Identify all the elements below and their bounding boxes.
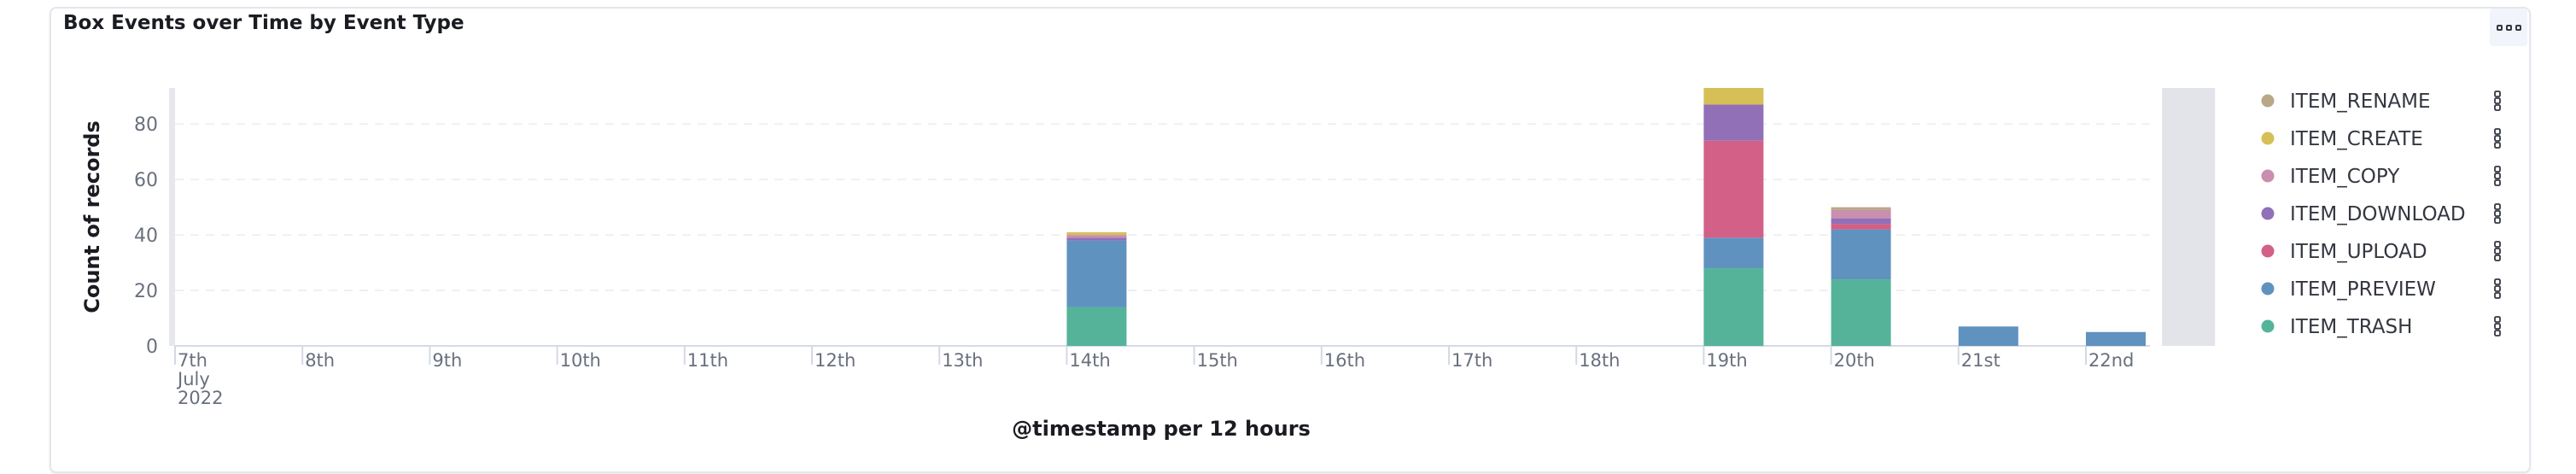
legend-options-icon[interactable] xyxy=(2494,316,2501,323)
y-tick-label: 80 xyxy=(134,114,158,136)
bar-segment[interactable] xyxy=(1066,231,1127,236)
legend-options-icon[interactable] xyxy=(2494,285,2501,292)
bar-segment[interactable] xyxy=(1703,237,1764,269)
stacked-bar-chart: 0 20 40 60 80 Count of records 7th 8th 9th 10th 11… xyxy=(80,88,2501,441)
x-tick-label: 19th xyxy=(1706,350,1747,371)
legend-swatch xyxy=(2261,244,2275,258)
x-tick-label: 21st xyxy=(1961,350,2001,371)
legend-options-icon[interactable] xyxy=(2494,173,2501,179)
x-tick-label: 18th xyxy=(1579,350,1620,371)
y-axis-label: Count of records xyxy=(80,120,104,313)
x-tick-sub-label: 2022 xyxy=(178,388,223,408)
bar-segment[interactable] xyxy=(1831,279,1891,346)
x-tick-label: 15th xyxy=(1197,350,1238,371)
legend-options-icon[interactable] xyxy=(2494,104,2501,111)
y-tick-label: 60 xyxy=(134,170,158,191)
bar-segment[interactable] xyxy=(1066,237,1127,241)
x-tick-label: 9th xyxy=(432,350,462,371)
legend-options-icon[interactable] xyxy=(2494,241,2501,248)
x-tick-sub-label: July xyxy=(176,369,210,389)
x-axis-label: @timestamp per 12 hours xyxy=(1012,417,1311,441)
x-tick-label: 12th xyxy=(815,350,856,371)
bar-segment[interactable] xyxy=(2086,331,2146,346)
legend-item[interactable]: ITEM_CREATE xyxy=(2290,128,2423,150)
legend-options-icon[interactable] xyxy=(2494,330,2501,336)
legend-item[interactable]: ITEM_TRASH xyxy=(2290,316,2412,338)
legend-options-icon[interactable] xyxy=(2494,97,2501,104)
x-tick-label: 8th xyxy=(305,350,335,371)
bar-segment[interactable] xyxy=(1066,307,1127,346)
legend-options-icon[interactable] xyxy=(2494,91,2501,97)
legend-swatch xyxy=(2261,132,2275,145)
bar-segment[interactable] xyxy=(1831,229,1891,280)
legend-options-icon[interactable] xyxy=(2494,135,2501,142)
bar-segment[interactable] xyxy=(1831,207,1891,210)
legend-options-icon[interactable] xyxy=(2494,166,2501,173)
legend-options-icon[interactable] xyxy=(2494,217,2501,224)
bar-segment[interactable] xyxy=(1831,224,1891,230)
current-interval-shade xyxy=(2162,88,2216,346)
legend-options-icon[interactable] xyxy=(2494,203,2501,210)
legend-options-icon[interactable] xyxy=(2494,210,2501,217)
x-tick-label: 16th xyxy=(1324,350,1365,371)
y-axis-strip xyxy=(169,88,175,346)
legend-options-icon[interactable] xyxy=(2494,179,2501,186)
x-tick-label: 20th xyxy=(1834,350,1875,371)
bar-segment[interactable] xyxy=(1703,88,1764,105)
legend-item[interactable]: ITEM_UPLOAD xyxy=(2290,241,2427,263)
y-tick-label: 20 xyxy=(134,281,158,302)
legend-swatch xyxy=(2261,207,2275,220)
legend-swatch xyxy=(2261,319,2275,333)
bar-segment[interactable] xyxy=(1958,326,2018,346)
y-tick-label: 40 xyxy=(134,225,158,247)
bar-segment[interactable] xyxy=(1066,240,1127,307)
legend-options-icon[interactable] xyxy=(2494,255,2501,261)
y-tick-label: 0 xyxy=(146,336,158,358)
legend-options-icon[interactable] xyxy=(2494,128,2501,135)
legend-swatch xyxy=(2261,169,2275,183)
x-tick-label: 13th xyxy=(942,350,983,371)
bar-segment[interactable] xyxy=(1703,140,1764,238)
x-tick-label: 7th xyxy=(178,350,207,371)
legend-swatch xyxy=(2261,94,2275,108)
legend-item[interactable]: ITEM_RENAME xyxy=(2290,91,2431,113)
x-tick-label: 10th xyxy=(560,350,601,371)
x-tick-label: 17th xyxy=(1452,350,1492,371)
legend-options-icon[interactable] xyxy=(2494,278,2501,285)
legend-options-icon[interactable] xyxy=(2494,323,2501,330)
legend-options-icon[interactable] xyxy=(2494,292,2501,299)
x-tick-label: 22nd xyxy=(2088,350,2134,371)
legend-item[interactable]: ITEM_DOWNLOAD xyxy=(2290,203,2466,225)
legend-options-icon[interactable] xyxy=(2494,248,2501,255)
bar-segment[interactable] xyxy=(1703,268,1764,346)
bar-segment[interactable] xyxy=(1066,235,1127,238)
legend-item[interactable]: ITEM_COPY xyxy=(2290,166,2400,188)
x-tick-label: 11th xyxy=(687,350,728,371)
bar-segment[interactable] xyxy=(1703,104,1764,141)
legend-options-icon[interactable] xyxy=(2494,142,2501,149)
bar-segment[interactable] xyxy=(1831,209,1891,219)
legend-item[interactable]: ITEM_PREVIEW xyxy=(2290,278,2436,301)
x-tick-label: 14th xyxy=(1069,350,1110,371)
legend-swatch xyxy=(2261,282,2275,296)
bar-segment[interactable] xyxy=(1831,218,1891,225)
